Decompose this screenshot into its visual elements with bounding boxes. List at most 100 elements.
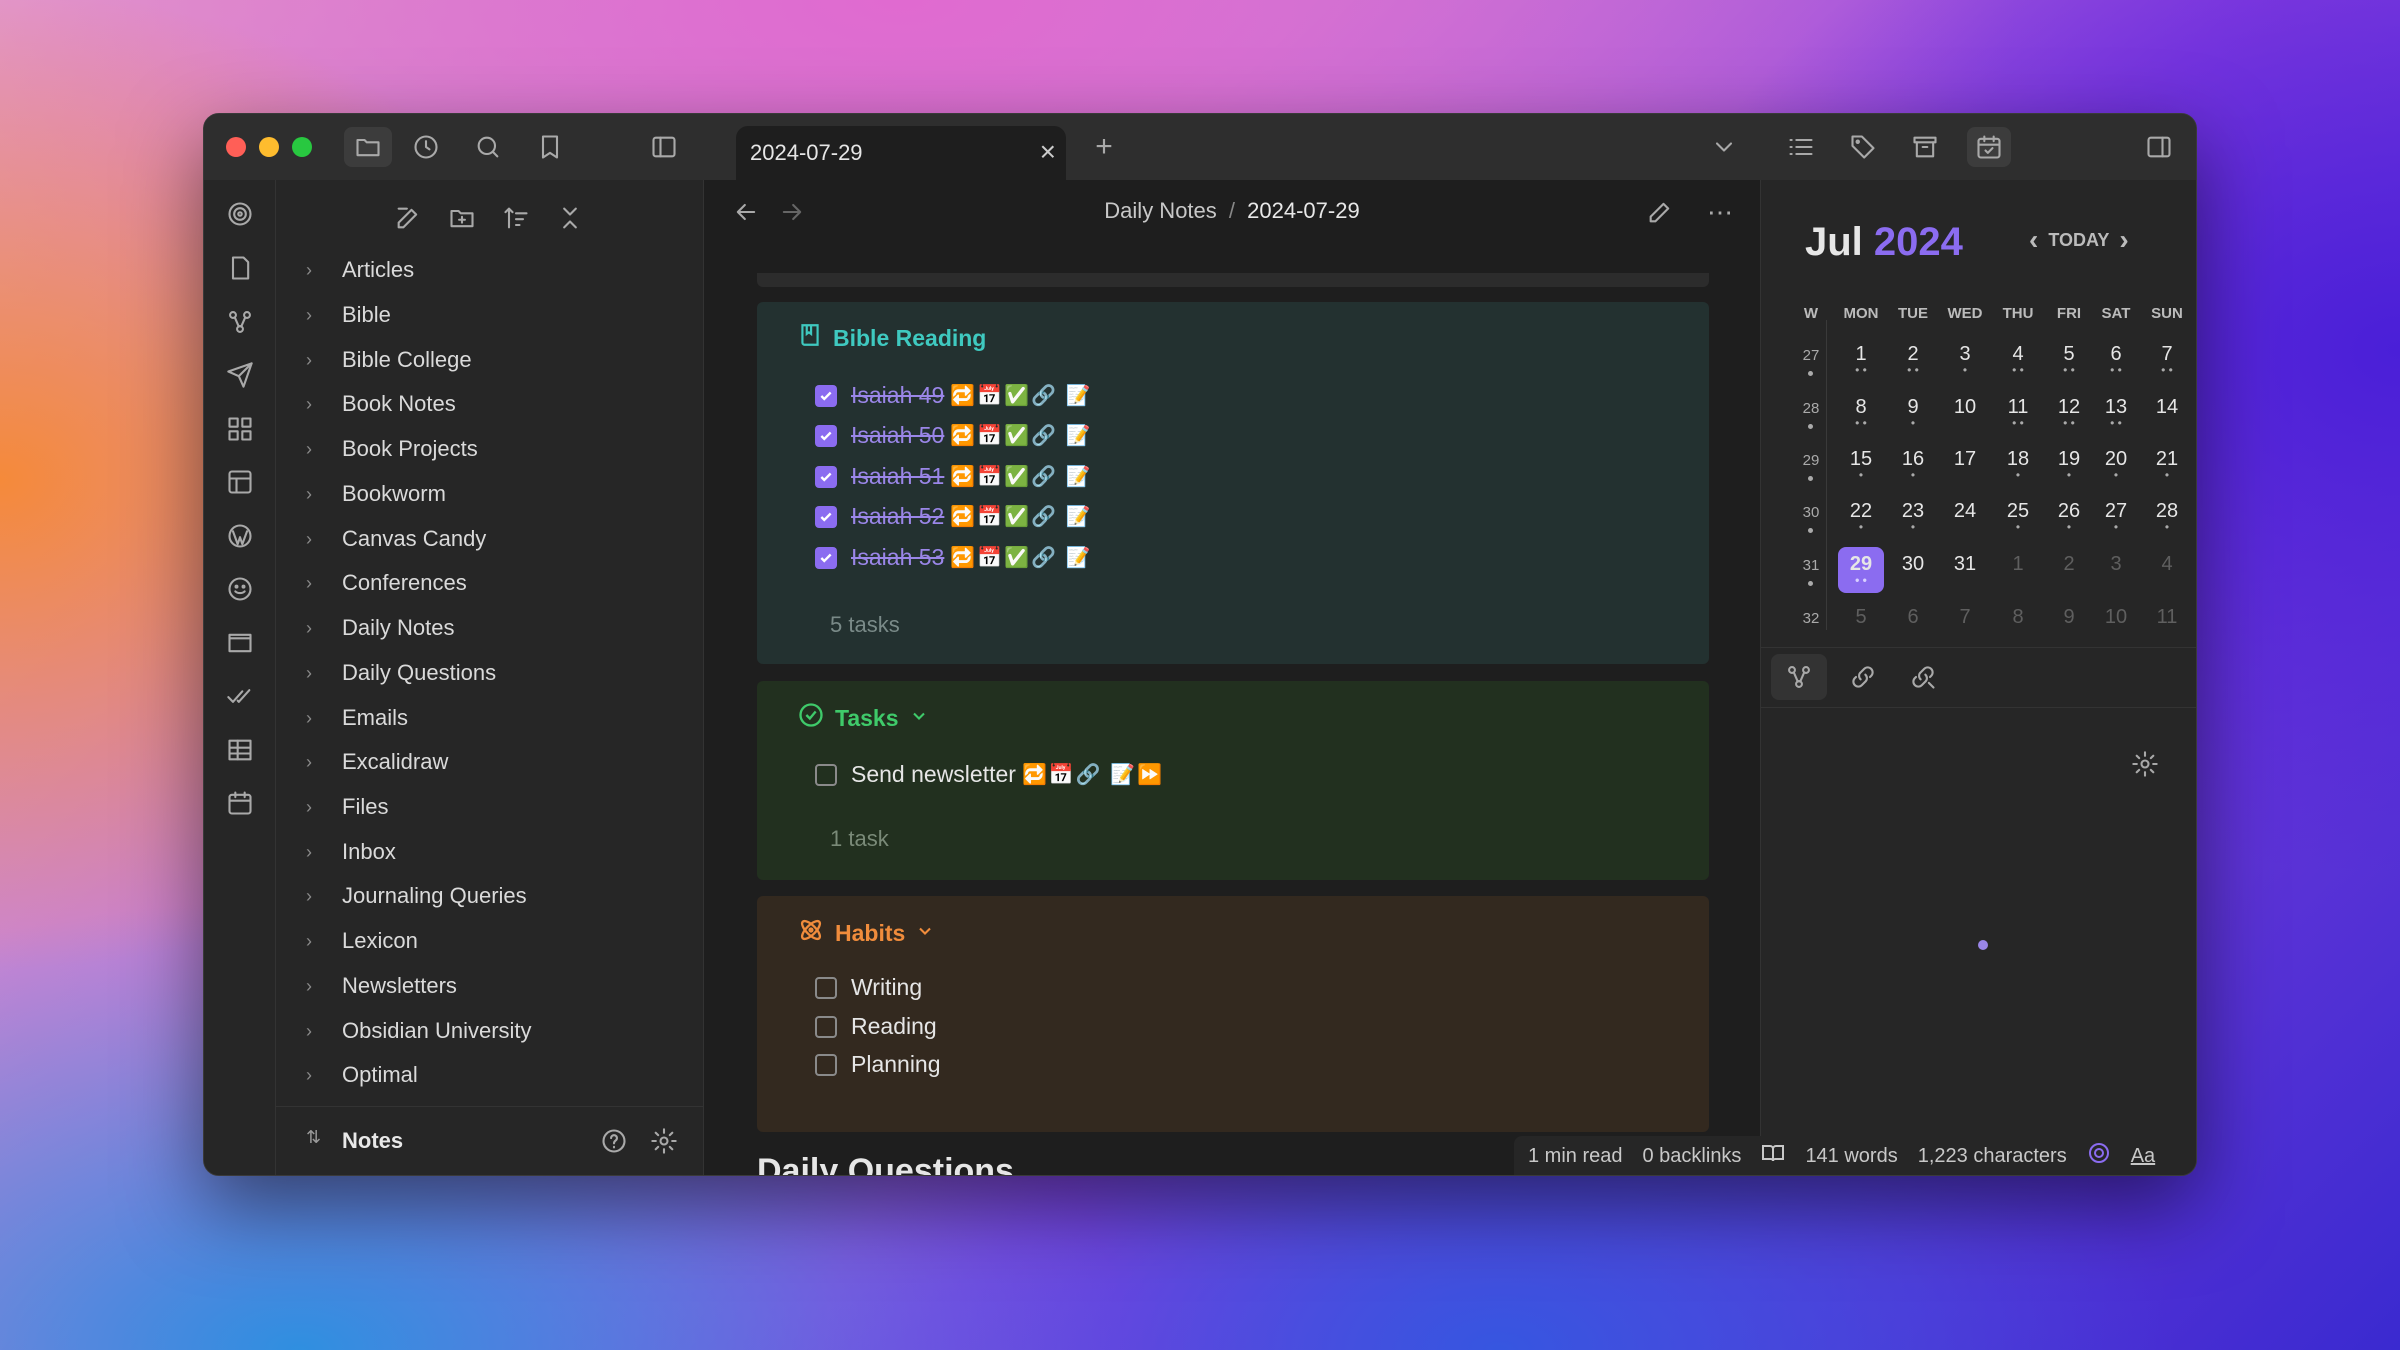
folder-item[interactable]: › Book Projects <box>306 429 478 469</box>
folder-item[interactable]: › Files <box>306 787 388 827</box>
calendar-day[interactable]: 9 <box>2046 606 2092 629</box>
calendar-day-selected[interactable]: 29 • • <box>1838 547 1884 593</box>
calendar-day[interactable]: 12 • • <box>2046 396 2092 429</box>
calendar-day[interactable]: 17 <box>1942 448 1988 471</box>
folder-item[interactable]: › Obsidian University <box>306 1011 532 1051</box>
folder-item[interactable]: › Excalidraw <box>306 742 448 782</box>
folder-item[interactable]: › Journaling Queries <box>306 876 527 916</box>
clock-icon[interactable] <box>406 127 446 167</box>
checkbox-checked[interactable] <box>815 424 837 447</box>
outgoing-links-icon[interactable] <box>1895 654 1951 700</box>
task-label[interactable]: Isaiah 49 <box>851 382 944 409</box>
task-label[interactable]: Isaiah 51 <box>851 463 944 490</box>
folder-item[interactable]: › Bible College <box>306 340 472 380</box>
calendar-day[interactable]: 25 • <box>1995 500 2041 533</box>
task-item[interactable]: Send newsletter 🔁📅🔗 📝⏩ <box>815 761 1164 788</box>
calendar-day[interactable]: 24 <box>1942 500 1988 523</box>
calendar-day[interactable]: 8 <box>1995 606 2041 629</box>
checkbox[interactable] <box>815 976 837 999</box>
archive-icon[interactable] <box>1905 127 1945 167</box>
calendar-day[interactable]: 10 <box>1942 396 1988 419</box>
daily-note-icon[interactable] <box>220 783 260 823</box>
minimize-window-button[interactable] <box>259 137 279 157</box>
calendar-day[interactable]: 4 • • <box>1995 343 2041 376</box>
chevron-down-icon[interactable] <box>1704 127 1744 167</box>
table-icon[interactable] <box>220 730 260 770</box>
calendar-day[interactable]: 22 • <box>1838 500 1884 533</box>
folder-item[interactable]: › Bookworm <box>306 474 446 514</box>
previous-month-icon[interactable]: ‹ <box>2029 224 2038 256</box>
checkbox-checked[interactable] <box>815 384 837 407</box>
edit-pencil-icon[interactable] <box>1640 192 1680 232</box>
week-number[interactable]: 29 <box>1788 452 1834 469</box>
folder-item[interactable]: › Daily Questions <box>306 653 496 693</box>
folder-item[interactable]: › Articles <box>306 250 414 290</box>
folder-item[interactable]: › Emails <box>306 698 408 738</box>
task-item[interactable]: Isaiah 49 🔁📅✅🔗 📝 <box>815 382 1092 409</box>
task-item[interactable]: Isaiah 50 🔁📅✅🔗 📝 <box>815 422 1092 449</box>
smiley-icon[interactable] <box>220 569 260 609</box>
new-folder-icon[interactable] <box>442 198 482 238</box>
habit-label[interactable]: Reading <box>851 1013 937 1040</box>
calendar-day[interactable]: 6 <box>1890 606 1936 629</box>
week-number[interactable]: 30 <box>1788 504 1834 521</box>
collapse-all-icon[interactable] <box>550 198 590 238</box>
tab-note[interactable]: 2024-07-29 × <box>736 126 1066 180</box>
folder-item[interactable]: › Conferences <box>306 563 467 603</box>
calendar-day[interactable]: 1 <box>1995 553 2041 576</box>
font-size-toggle[interactable]: Aa <box>2131 1145 2155 1168</box>
close-tab-icon[interactable]: × <box>1040 136 1056 168</box>
checkbox[interactable] <box>815 1053 837 1076</box>
double-check-icon[interactable] <box>220 676 260 716</box>
graph-node[interactable] <box>1978 940 1988 950</box>
folder-item[interactable]: › Book Notes <box>306 384 456 424</box>
checkbox[interactable] <box>815 763 837 786</box>
calendar-day[interactable]: 19 • <box>2046 448 2092 481</box>
calendar-day[interactable]: 15 • <box>1838 448 1884 481</box>
calendar-day[interactable]: 31 <box>1942 553 1988 576</box>
backlinks-icon[interactable] <box>1835 654 1891 700</box>
outline-icon[interactable] <box>1781 127 1821 167</box>
task-label[interactable]: Isaiah 52 <box>851 503 944 530</box>
more-options-icon[interactable]: ⋯ <box>1700 192 1740 232</box>
file-icon[interactable] <box>220 248 260 288</box>
layout-icon[interactable] <box>220 462 260 502</box>
calendar-day[interactable]: 1 • • <box>1838 343 1884 376</box>
calendar-day[interactable]: 9 • <box>1890 396 1936 429</box>
send-icon[interactable] <box>220 355 260 395</box>
wordpress-icon[interactable] <box>220 516 260 556</box>
habit-label[interactable]: Planning <box>851 1051 941 1078</box>
week-number[interactable]: 28 <box>1788 400 1834 417</box>
local-graph-icon[interactable] <box>1771 654 1827 700</box>
new-tab-icon[interactable]: + <box>1084 127 1124 167</box>
task-item[interactable]: Isaiah 51 🔁📅✅🔗 📝 <box>815 463 1092 490</box>
checkbox-checked[interactable] <box>815 465 837 488</box>
task-label[interactable]: Isaiah 53 <box>851 544 944 571</box>
calendar-day[interactable]: 16 • <box>1890 448 1936 481</box>
calendar-day[interactable]: 27 • <box>2093 500 2139 533</box>
calendar-view-icon[interactable] <box>1967 127 2011 167</box>
calendar-day[interactable]: 11 • • <box>1995 396 2041 429</box>
calendar-day[interactable]: 5 <box>1838 606 1884 629</box>
sync-status-icon[interactable] <box>2087 1141 2111 1171</box>
calendar-day[interactable]: 21 • <box>2144 448 2190 481</box>
calendar-day[interactable]: 7 • • <box>2144 343 2190 376</box>
habit-item[interactable]: Planning <box>815 1051 941 1078</box>
folder-item[interactable]: › Optimal <box>306 1055 418 1095</box>
habit-item[interactable]: Writing <box>815 974 922 1001</box>
calendar-day[interactable]: 3 • <box>1942 343 1988 376</box>
task-label[interactable]: Isaiah 50 <box>851 422 944 449</box>
tags-icon[interactable] <box>1843 127 1883 167</box>
close-window-button[interactable] <box>226 137 246 157</box>
breadcrumb-note[interactable]: 2024-07-29 <box>1247 198 1360 223</box>
right-sidebar-toggle-icon[interactable] <box>2139 127 2179 167</box>
calendar-day[interactable]: 2 • • <box>1890 343 1936 376</box>
folder-item[interactable]: › Canvas Candy <box>306 519 486 559</box>
checkbox[interactable] <box>815 1015 837 1038</box>
folder-item[interactable]: › Inbox <box>306 832 396 872</box>
vault-switch-icon[interactable]: ⇅ <box>306 1127 321 1148</box>
folder-item[interactable]: › Daily Notes <box>306 608 454 648</box>
task-label[interactable]: Send newsletter <box>851 761 1016 788</box>
bookmark-icon[interactable] <box>530 127 570 167</box>
calendar-day[interactable]: 20 • <box>2093 448 2139 481</box>
